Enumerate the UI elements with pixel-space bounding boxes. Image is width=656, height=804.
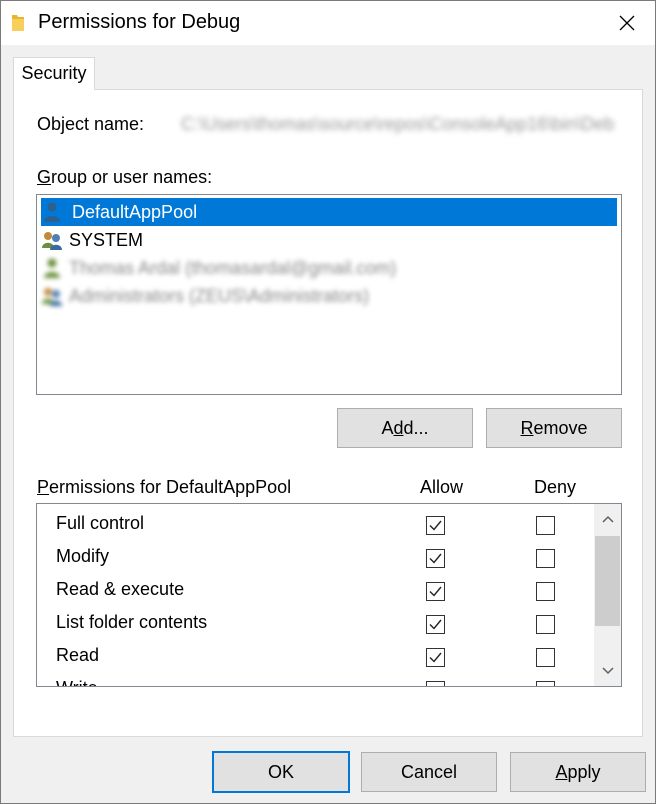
object-name-label: Object name: <box>37 114 145 134</box>
allow-checkbox[interactable] <box>426 681 445 686</box>
permission-row-full-control: Full control <box>37 509 592 542</box>
add-button[interactable]: Ad d... <box>337 408 473 448</box>
remove-button[interactable]: Remove <box>486 408 622 448</box>
permission-name: Modify <box>56 546 110 566</box>
scroll-down-button[interactable] <box>594 660 621 682</box>
user-name: Thomas Ardal (thomasardal@gmail.com) <box>69 257 397 278</box>
window-title: Permissions for Debug <box>38 11 241 33</box>
cancel-button[interactable]: Cancel <box>361 752 497 792</box>
permission-row-modify: Modify <box>37 542 592 575</box>
deny-column-header: Deny <box>534 477 577 497</box>
add-label-accesskey: d <box>393 417 404 438</box>
scrollbar-thumb[interactable] <box>595 536 620 626</box>
user-name: Administrators (ZEUS\Administrators) <box>69 285 370 306</box>
permissions-list[interactable]: Full control Modify Read & execute List … <box>36 503 622 687</box>
checkmark-icon <box>429 619 442 630</box>
permission-row-list-folder-contents: List folder contents <box>37 608 592 641</box>
group-names-label: Group or user names: <box>37 167 212 188</box>
deny-checkbox[interactable] <box>536 582 555 601</box>
permission-row-read-execute: Read & execute <box>37 575 592 608</box>
permission-name: Full control <box>56 513 145 533</box>
permission-name: Read & execute <box>56 579 185 599</box>
deny-checkbox[interactable] <box>536 648 555 667</box>
permission-name: Read <box>56 645 100 665</box>
checkmark-icon <box>429 553 442 564</box>
group-label-rest: roup or user names: <box>51 167 213 187</box>
list-item-thomas-ardal[interactable]: Thomas Ardal (thomasardal@gmail.com) <box>41 254 619 282</box>
list-item-administrators[interactable]: Administrators (ZEUS\Administrators) <box>41 282 619 310</box>
chevron-up-icon <box>601 515 614 523</box>
allow-checkbox[interactable] <box>426 648 445 667</box>
group-user-list[interactable]: DefaultAppPool SYSTEM Thomas Ardal (thom… <box>36 194 622 395</box>
deny-checkbox[interactable] <box>536 681 555 686</box>
list-item-defaultapppool[interactable]: DefaultAppPool <box>41 198 617 226</box>
permissions-scrollbar[interactable] <box>594 504 621 686</box>
permission-name: Write <box>56 678 98 686</box>
scroll-up-button[interactable] <box>594 508 621 530</box>
permission-row-write: Write <box>37 674 592 686</box>
add-label-post: d... <box>403 417 429 438</box>
user-name: DefaultAppPool <box>69 201 201 223</box>
deny-checkbox[interactable] <box>536 516 555 535</box>
list-item-system[interactable]: SYSTEM <box>41 226 619 254</box>
permissions-label: Permissions for DefaultAppPool <box>37 477 291 498</box>
object-name-value: C:\Users\thomas\source\repos\ConsoleApp1… <box>181 114 615 134</box>
add-label-pre: A <box>381 417 394 438</box>
tab-security[interactable]: Security <box>13 57 95 90</box>
allow-checkbox[interactable] <box>426 615 445 634</box>
close-icon <box>619 15 635 31</box>
allow-checkbox[interactable] <box>426 582 445 601</box>
user-name: SYSTEM <box>69 229 144 250</box>
allow-column-header: Allow <box>420 477 464 497</box>
allow-checkbox[interactable] <box>426 516 445 535</box>
apply-label-post: pply <box>567 761 601 782</box>
chevron-down-icon <box>601 667 614 675</box>
remove-label-post: emove <box>533 417 588 438</box>
users-group-icon <box>42 232 62 250</box>
permission-name: List folder contents <box>56 612 208 632</box>
permissions-label-rest: ermissions for DefaultAppPool <box>49 477 292 497</box>
permission-row-read: Read <box>37 641 592 674</box>
checkmark-icon <box>429 586 442 597</box>
permissions-label-accesskey: P <box>37 477 50 497</box>
title-bar: Permissions for Debug <box>1 1 655 45</box>
apply-button[interactable]: Apply <box>510 752 646 792</box>
group-label-accesskey: G <box>37 167 52 187</box>
remove-label-accesskey: R <box>520 417 534 438</box>
permissions-dialog: Permissions for Debug Security Object na… <box>0 0 656 804</box>
user-icon <box>44 202 60 222</box>
allow-checkbox[interactable] <box>426 549 445 568</box>
checkmark-icon <box>429 652 442 663</box>
users-group-icon <box>42 288 62 306</box>
ok-button[interactable]: OK <box>212 751 350 793</box>
folder-icon <box>12 15 24 31</box>
checkmark-icon <box>429 520 442 531</box>
apply-label-accesskey: A <box>555 761 568 782</box>
deny-checkbox[interactable] <box>536 615 555 634</box>
user-icon <box>44 258 60 278</box>
close-button[interactable] <box>599 1 655 45</box>
deny-checkbox[interactable] <box>536 549 555 568</box>
